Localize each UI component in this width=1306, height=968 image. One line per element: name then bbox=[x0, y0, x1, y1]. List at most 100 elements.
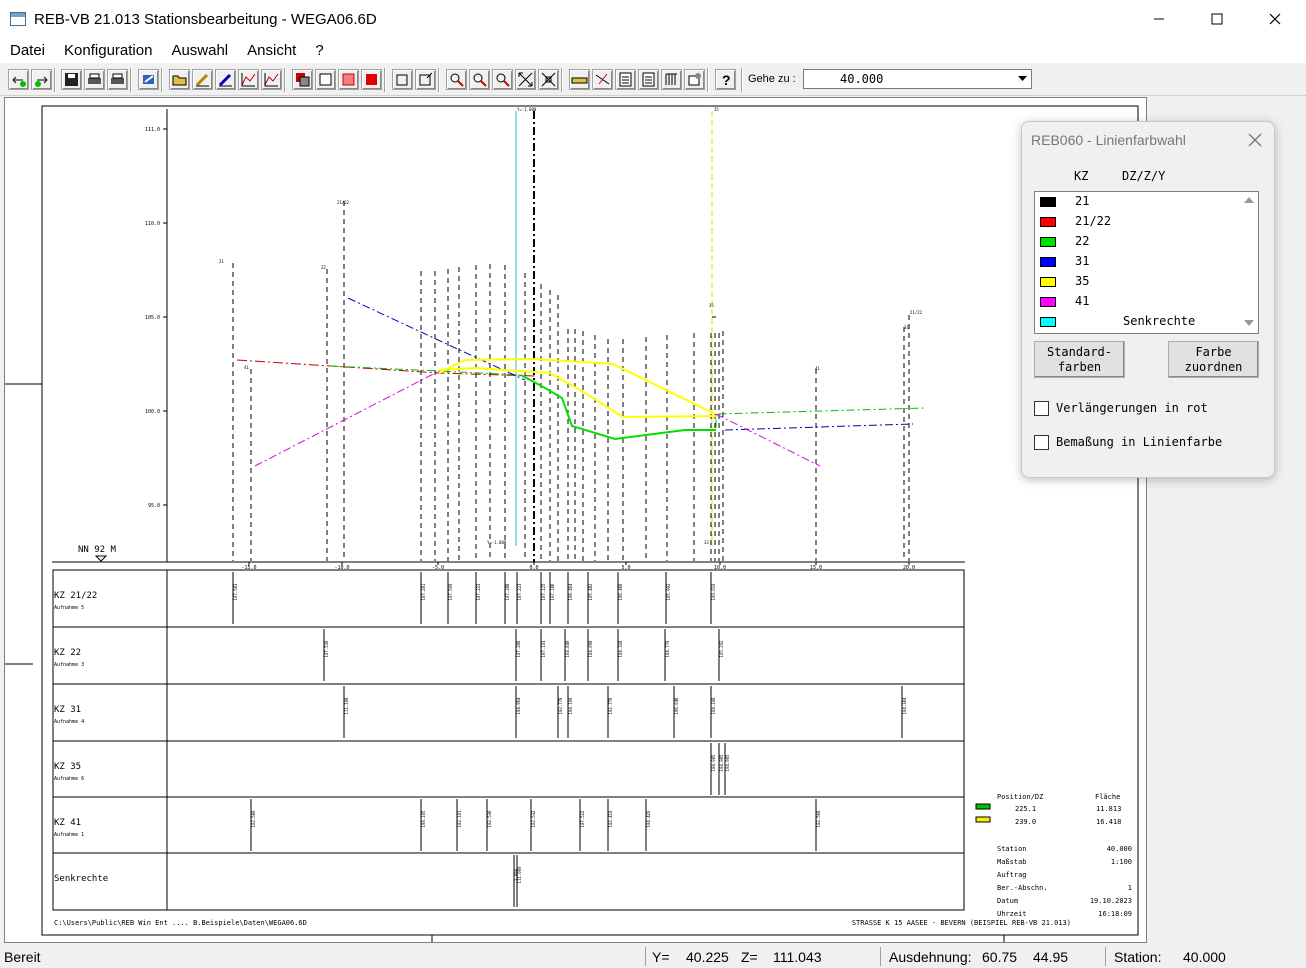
status-extent-b: 44.95 bbox=[1033, 949, 1069, 965]
goto-combobox[interactable]: 40.000 bbox=[803, 69, 1032, 89]
toolbar-zoom-out-icon bbox=[473, 73, 487, 87]
legend-header-area: Fläche bbox=[1095, 793, 1120, 801]
toolbar-list-button[interactable] bbox=[661, 69, 682, 90]
status-extent-a: 60.75 bbox=[982, 949, 1018, 965]
toolbar-box-button[interactable] bbox=[392, 69, 413, 90]
toolbar-zoom-window-button[interactable] bbox=[538, 69, 559, 90]
color-list-item[interactable]: 31 bbox=[1035, 252, 1241, 272]
color-list-item[interactable]: 41 bbox=[1035, 292, 1241, 312]
toolbar-table-icon bbox=[619, 72, 632, 87]
color-swatch bbox=[1040, 297, 1056, 307]
toolbar-print-button[interactable] bbox=[84, 69, 105, 90]
legend-pos: 239.0 bbox=[1015, 818, 1036, 826]
toolbar-export-button[interactable] bbox=[138, 69, 159, 90]
row-value: 104.985 bbox=[719, 754, 724, 771]
toolbar-frame-button[interactable] bbox=[315, 69, 336, 90]
goto-value: 40.000 bbox=[840, 72, 884, 86]
point-label: 35 bbox=[709, 303, 714, 308]
toolbar-prev-button[interactable] bbox=[31, 69, 52, 90]
toolbar-hatch-icon bbox=[342, 73, 355, 86]
color-list-item[interactable]: 21/22 bbox=[1035, 212, 1241, 232]
toolbar-grid-button[interactable] bbox=[638, 69, 659, 90]
toolbar-zoom-out-button[interactable] bbox=[469, 69, 490, 90]
toolbar-open-button[interactable] bbox=[169, 69, 190, 90]
minimize-button[interactable] bbox=[1130, 0, 1188, 38]
row-value: 107.223 bbox=[517, 583, 522, 600]
extensions-red-checkbox[interactable] bbox=[1034, 401, 1049, 416]
dimension-color-checkbox[interactable] bbox=[1034, 435, 1049, 450]
point-label: Y=-1.000 bbox=[487, 540, 507, 545]
color-list-item[interactable]: 22 bbox=[1035, 232, 1241, 252]
toolbar-box-arrow-button[interactable] bbox=[415, 69, 436, 90]
color-list-item[interactable]: 21 bbox=[1035, 192, 1241, 212]
info-value: 1:100 bbox=[1111, 858, 1132, 866]
kz22-line bbox=[330, 365, 926, 440]
toolbar-settings-icon bbox=[688, 73, 701, 86]
toolbar-frame-icon bbox=[319, 73, 332, 86]
toolbar-box-arrow-icon bbox=[419, 72, 433, 86]
toolbar-hatch-button[interactable] bbox=[338, 69, 359, 90]
toolbar-zoom-in-button[interactable] bbox=[446, 69, 467, 90]
close-button[interactable] bbox=[1246, 0, 1304, 38]
drawing-canvas[interactable]: 111.0 110.0 105.0 100.0 95.0 NN 92 M -15.0 -10.… bbox=[4, 97, 1147, 943]
color-list-item[interactable]: Senkrechte bbox=[1035, 312, 1241, 332]
assign-color-button[interactable]: Farbe zuordnen bbox=[1168, 341, 1259, 378]
row-value: 104.328 bbox=[618, 640, 623, 657]
color-listbox[interactable]: Senkrechte 41 35 31 22 21/22 21 bbox=[1034, 191, 1259, 334]
dropdown-arrow-icon[interactable] bbox=[1013, 70, 1031, 88]
toolbar-zoom-all-icon bbox=[518, 72, 533, 87]
toolbar-zoom-window-icon bbox=[541, 72, 556, 87]
row-value: 107.288 bbox=[505, 583, 510, 600]
toolbar-first-button[interactable] bbox=[8, 69, 29, 90]
kz31-line-right bbox=[724, 423, 914, 431]
cross-section-plot[interactable]: 111.0110.0105.0100.095.0NN 92 M-15.0 -10.… bbox=[5, 98, 1146, 942]
top-label: 35 bbox=[714, 107, 719, 112]
toolbar-zoom-fit-button[interactable] bbox=[492, 69, 513, 90]
dialog-title: REB060 - Linienfarbwahl bbox=[1031, 132, 1186, 148]
status-z-label: Z= bbox=[741, 949, 758, 965]
color-list-item[interactable]: 35 bbox=[1035, 272, 1241, 292]
toolbar-settings-button[interactable] bbox=[684, 69, 705, 90]
toolbar-edit-button[interactable] bbox=[192, 69, 213, 90]
color-item-label: 31 bbox=[1075, 254, 1090, 268]
menu-help[interactable]: ? bbox=[305, 42, 332, 59]
toolbar-open-icon bbox=[172, 75, 187, 86]
window-title: REB-VB 21.013 Stationsbearbeitung - WEGA… bbox=[34, 10, 377, 28]
toolbar-save-button[interactable] bbox=[61, 69, 82, 90]
toolbar-cut-button[interactable] bbox=[592, 69, 613, 90]
toolbar-edit-color-button[interactable] bbox=[215, 69, 236, 90]
info-key: Auftrag bbox=[997, 871, 1027, 879]
menu-datei[interactable]: Datei bbox=[0, 42, 54, 59]
toolbar-grid-icon bbox=[642, 72, 655, 87]
menu-konfiguration[interactable]: Konfiguration bbox=[54, 42, 161, 59]
toolbar-profile-button[interactable] bbox=[238, 69, 259, 90]
standard-colors-button[interactable]: Standard-farben bbox=[1034, 341, 1125, 378]
point-label: 21/22 bbox=[337, 200, 350, 205]
legend-area: 11.813 bbox=[1096, 805, 1121, 813]
row-value: 102.101 bbox=[457, 810, 462, 827]
toolbar-zoom-all-button[interactable] bbox=[515, 69, 536, 90]
toolbar-layers-button[interactable] bbox=[292, 69, 313, 90]
y-tick-label: 100.0 bbox=[145, 409, 160, 415]
listbox-scrollbar[interactable] bbox=[1240, 192, 1258, 333]
toolbar-line-select-button[interactable] bbox=[261, 69, 282, 90]
row-value: 106.468 bbox=[618, 583, 623, 600]
close-icon bbox=[1269, 13, 1281, 25]
status-bar: Bereit Y= 40.225 Z= 111.043 Ausdehnung: … bbox=[0, 945, 1306, 968]
toolbar-table-button[interactable] bbox=[615, 69, 636, 90]
maximize-button[interactable] bbox=[1188, 0, 1246, 38]
toolbar-fill-button[interactable] bbox=[361, 69, 382, 90]
legend-swatch bbox=[975, 816, 991, 823]
row-value: 102.580 bbox=[251, 810, 256, 827]
row-sub-label: Aufnahme 4 bbox=[54, 719, 84, 725]
menu-ansicht[interactable]: Ansicht bbox=[237, 42, 305, 59]
toolbar-print-setup-button[interactable] bbox=[107, 69, 128, 90]
row-kz-label: KZ 35 bbox=[54, 762, 81, 772]
y-tick-label: 111.0 bbox=[145, 127, 160, 133]
dimension-color-label: Bemaßung in Linienfarbe bbox=[1056, 435, 1223, 449]
row-kz-label: Senkrechte bbox=[54, 874, 108, 884]
toolbar-measure-button[interactable] bbox=[569, 69, 590, 90]
toolbar-help-button[interactable]: ? bbox=[715, 69, 736, 90]
dialog-close-icon[interactable] bbox=[1248, 133, 1262, 147]
menu-auswahl[interactable]: Auswahl bbox=[161, 42, 237, 59]
